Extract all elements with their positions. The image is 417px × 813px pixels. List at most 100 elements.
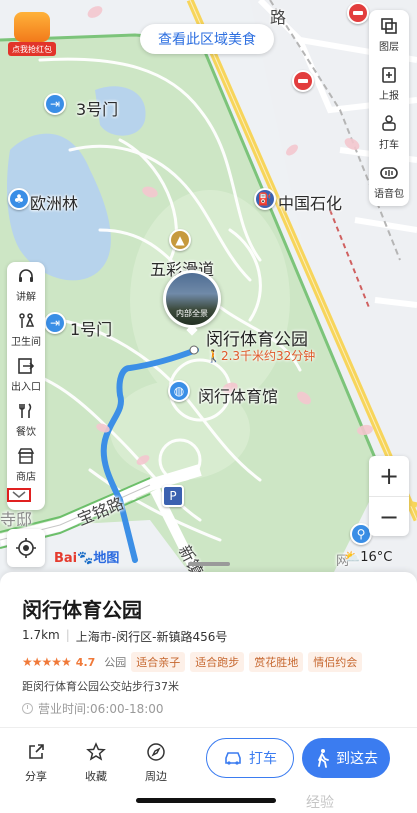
forest-icon[interactable]: ♣ (8, 188, 30, 210)
rating-row: ★★★★★ 4.7 公园 适合亲子 适合跑步 赏花胜地 情侣约会 (22, 652, 363, 672)
report-label: 上报 (379, 90, 399, 102)
favorite-label: 收藏 (85, 770, 107, 783)
star-icon (86, 742, 106, 762)
share-label: 分享 (25, 770, 47, 783)
place-detail-card[interactable]: 闵行体育公园 1.7km | 上海市-闵行区-新镇路456号 ★★★★★ 4.7… (0, 562, 417, 813)
zoom-in-button[interactable]: + (369, 456, 409, 496)
baidu-map-logo: Bai🐾地图 (54, 551, 120, 566)
destination-route-text: 2.3千米约32分钟 (220, 349, 316, 363)
toilet-label: 卫生间 (11, 336, 41, 348)
tag-family[interactable]: 适合亲子 (131, 652, 186, 672)
gate-icon[interactable]: ⇥ (44, 312, 66, 334)
meta-divider: | (65, 628, 70, 642)
no-entry-icon (292, 70, 314, 92)
transit-info: 距闵行体育公园公交站步行37米 (22, 680, 179, 693)
gate3-label[interactable]: 3号门 (76, 96, 118, 120)
walk-icon (318, 749, 329, 768)
weather-widget[interactable]: ⛅16°C (344, 550, 392, 565)
card-divider (0, 727, 417, 728)
tag-couples[interactable]: 情侣约会 (308, 652, 363, 672)
locate-button[interactable] (7, 529, 45, 567)
voice-pack-icon (380, 164, 398, 182)
report-icon (380, 66, 398, 84)
tag-flowers[interactable]: 赏花胜地 (249, 652, 304, 672)
taxi-button[interactable]: 打车 (206, 738, 294, 778)
audio-guide-button[interactable]: 讲解 (7, 262, 45, 307)
tag-running[interactable]: 适合跑步 (190, 652, 245, 672)
layers-icon (380, 17, 398, 35)
toilet-button[interactable]: 卫生间 (7, 307, 45, 352)
hours-text: 营业时间:06:00-18:00 (38, 702, 164, 716)
nearby-button[interactable]: 周边 (136, 742, 176, 784)
stadium-label[interactable]: 闵行体育馆 (198, 383, 278, 407)
dining-icon (17, 402, 35, 420)
parking-icon[interactable]: P (162, 485, 184, 507)
audio-guide-label: 讲解 (16, 291, 36, 303)
chevron-down-icon (12, 491, 26, 498)
zoom-out-button[interactable]: − (369, 497, 409, 537)
headphones-icon (17, 267, 35, 285)
share-icon (26, 742, 46, 762)
shop-button[interactable]: 商店 (7, 442, 45, 487)
place-title: 闵行体育公园 (22, 598, 142, 622)
rating-score: 4.7 (75, 655, 96, 669)
shop-label: 商店 (16, 471, 36, 483)
taxi-icon (380, 114, 398, 133)
logo-bai: Bai (54, 551, 78, 566)
gate1-label[interactable]: 1号门 (70, 316, 112, 340)
place-meta: 1.7km | 上海市-闵行区-新镇路456号 (22, 628, 227, 645)
drag-handle[interactable] (188, 562, 230, 566)
destination-route: 🚶2.3千米约32分钟 (206, 349, 316, 363)
entrance-icon (17, 357, 35, 375)
gate-icon[interactable]: ⇥ (44, 93, 66, 115)
clock-icon (22, 703, 33, 714)
road-label: 路 (270, 8, 287, 27)
right-toolbar: 图层 上报 打车 语音包 (369, 10, 409, 206)
entrance-label: 出入口 (11, 381, 41, 393)
weather-temp: 16°C (360, 550, 393, 565)
taxi-car-icon (225, 752, 241, 765)
zoom-control: + − (369, 456, 409, 536)
dining-button[interactable]: 餐饮 (7, 397, 45, 442)
entrance-button[interactable]: 出入口 (7, 352, 45, 397)
panorama-caption: 内部全景 (176, 309, 208, 318)
voice-pack-label: 语音包 (374, 188, 404, 200)
sinopec-label[interactable]: 中国石化 (278, 190, 342, 214)
gas-station-icon[interactable]: ⛽ (254, 188, 276, 210)
place-category: 公园 (104, 656, 127, 669)
rating-stars: ★★★★★ (22, 655, 72, 669)
place-address: 上海市-闵行区-新镇路456号 (75, 630, 228, 644)
go-here-label: 到这去 (336, 751, 378, 767)
nearby-label: 周边 (145, 770, 167, 783)
shop-icon (17, 447, 35, 465)
logo-map: 地图 (93, 551, 120, 566)
toilet-icon (17, 312, 35, 330)
share-button[interactable]: 分享 (16, 742, 56, 784)
europe-forest-label[interactable]: 欧洲林 (30, 190, 78, 214)
dining-label: 餐饮 (16, 426, 36, 438)
red-envelope-button[interactable]: 点我抢红包 (8, 12, 56, 56)
watermark: 经验 (306, 795, 334, 811)
panorama-bubble[interactable]: 内部全景 (163, 270, 221, 336)
collapse-toolbar-button[interactable] (7, 488, 31, 502)
red-envelope-label: 点我抢红包 (8, 42, 56, 56)
stadium-icon[interactable]: ◍ (168, 380, 190, 402)
locate-icon (16, 538, 36, 558)
favorite-button[interactable]: 收藏 (76, 742, 116, 784)
attraction-icon[interactable]: ▲ (169, 229, 191, 251)
home-indicator (136, 798, 276, 803)
layers-button[interactable]: 图层 (369, 10, 409, 59)
layers-label: 图层 (379, 41, 399, 53)
left-toolbar: 讲解 卫生间 出入口 餐饮 商店 (7, 262, 45, 510)
taxi-tool-label: 打车 (379, 139, 399, 151)
no-entry-icon (347, 2, 369, 24)
voice-pack-button[interactable]: 语音包 (369, 157, 409, 206)
report-button[interactable]: 上报 (369, 59, 409, 108)
map-view[interactable]: 点我抢红包 查看此区域美食 路 ⇥ 3号门 ♣ 欧洲林 ⛽ 中国石化 ▲ 五彩滑… (0, 0, 417, 600)
place-distance: 1.7km (22, 628, 60, 642)
taxi-button-label: 打车 (249, 751, 277, 767)
nearby-food-button[interactable]: 查看此区域美食 (140, 24, 274, 54)
compass-icon (146, 742, 166, 762)
taxi-tool-button[interactable]: 打车 (369, 108, 409, 157)
go-here-button[interactable]: 到这去 (302, 738, 390, 778)
